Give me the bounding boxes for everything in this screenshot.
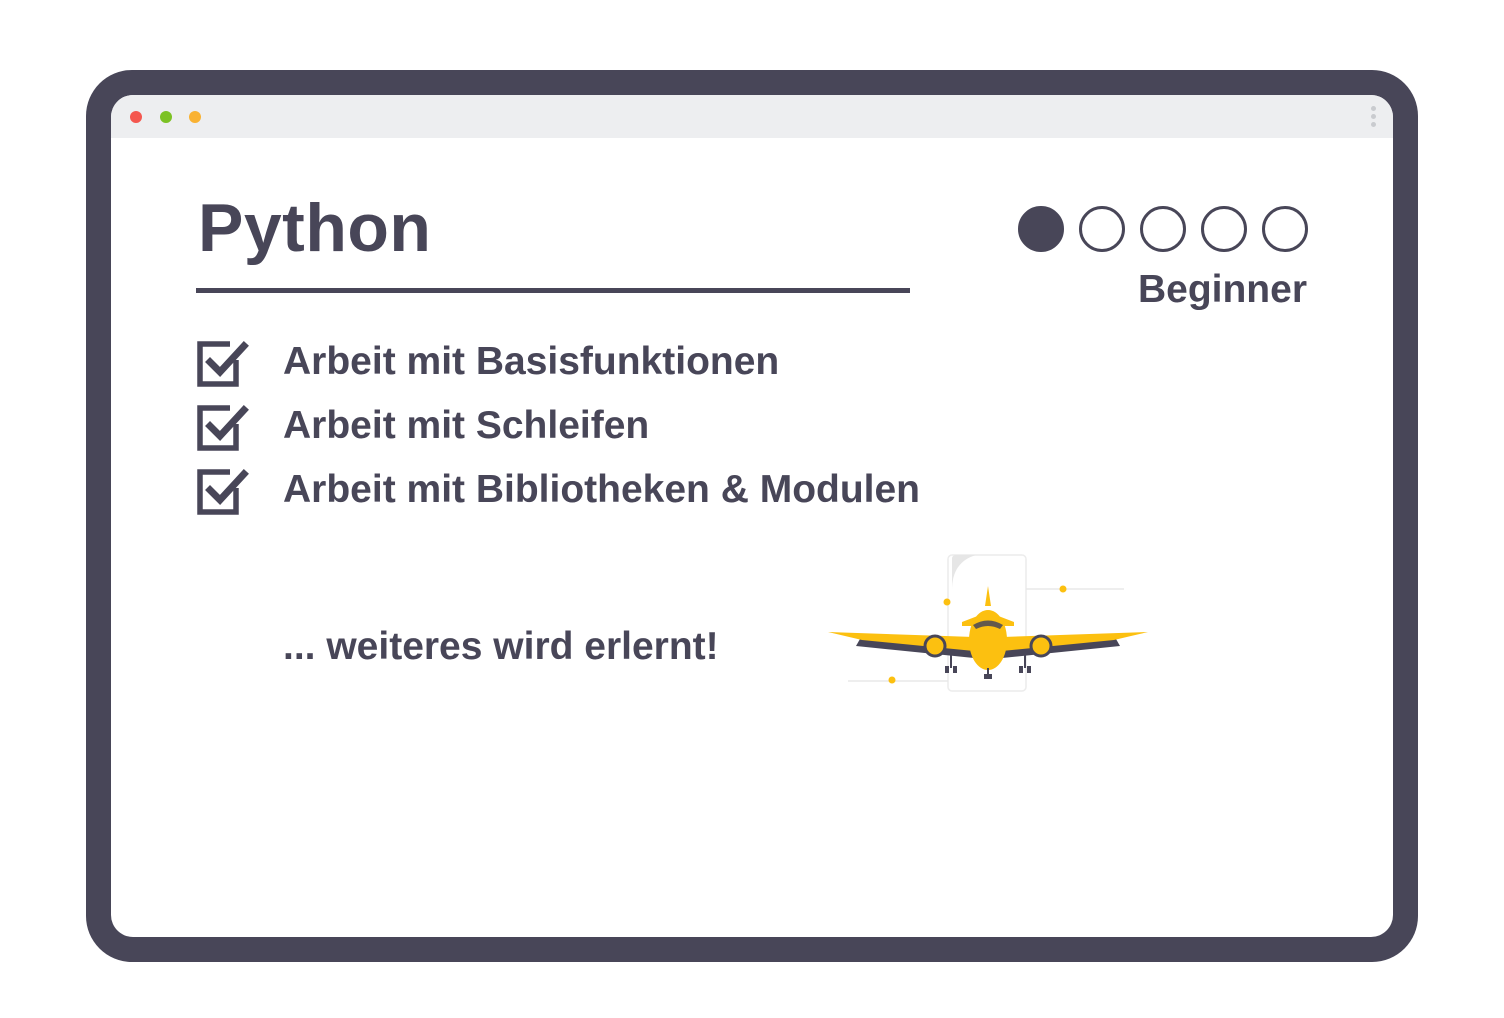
minimize-window-button[interactable]	[160, 111, 172, 123]
topic-label: Arbeit mit Bibliotheken & Modulen	[283, 468, 921, 511]
window-titlebar	[111, 95, 1393, 138]
level-dot-empty	[1079, 206, 1125, 252]
title-divider	[196, 288, 910, 293]
level-dot-empty	[1201, 206, 1247, 252]
airplane-illustration	[828, 554, 1148, 692]
browser-window: Python Beginner Arbeit mit Basisfunktion…	[111, 95, 1393, 937]
topic-label: Arbeit mit Schleifen	[283, 404, 650, 447]
checkbox-checked-icon	[197, 341, 249, 387]
level-label: Beginner	[1137, 268, 1307, 311]
checkbox-checked-icon	[197, 405, 249, 451]
level-dot-empty	[1262, 206, 1308, 252]
topic-label: Arbeit mit Basisfunktionen	[283, 340, 780, 383]
kebab-menu-icon[interactable]	[1371, 106, 1377, 128]
more-topics-text: ... weiteres wird erlernt!	[283, 625, 719, 668]
course-title: Python	[198, 190, 432, 266]
close-window-button[interactable]	[130, 111, 142, 123]
level-dot-filled	[1018, 206, 1064, 252]
level-dot-empty	[1140, 206, 1186, 252]
maximize-window-button[interactable]	[189, 111, 201, 123]
checkbox-checked-icon	[197, 469, 249, 515]
